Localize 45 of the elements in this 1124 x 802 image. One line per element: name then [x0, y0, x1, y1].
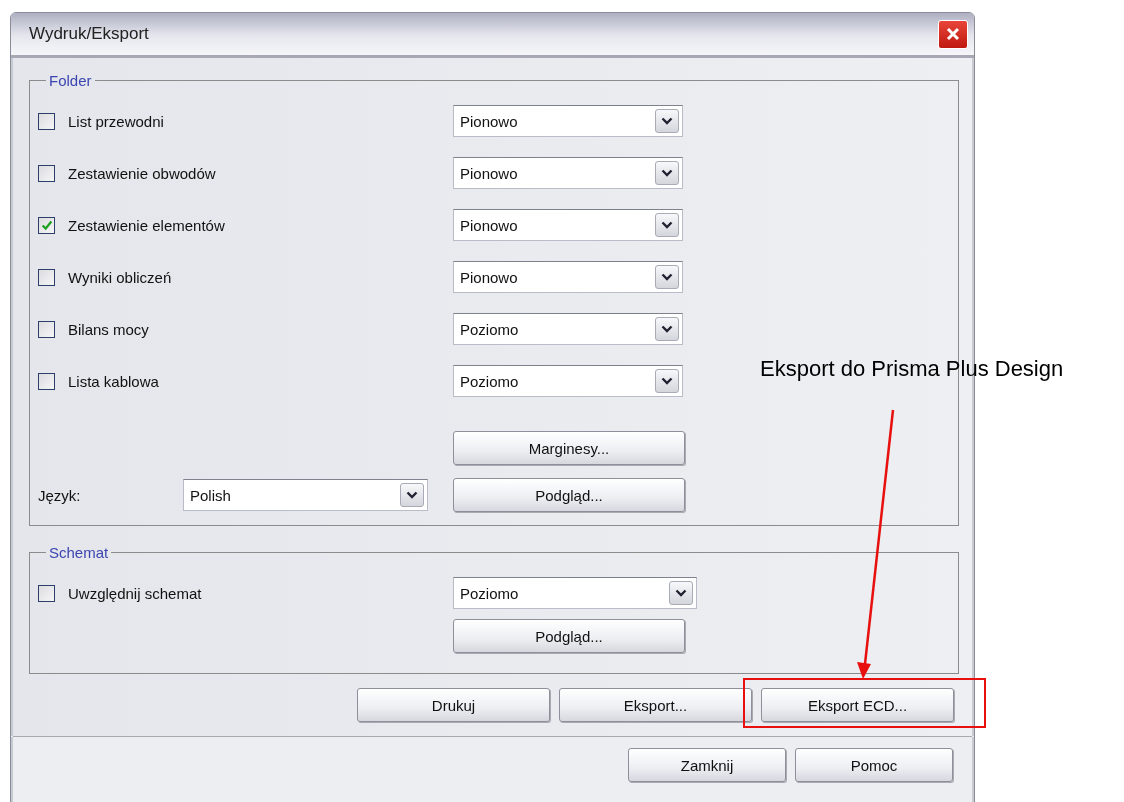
dropdown[interactable]: Poziomo — [453, 365, 683, 397]
checkbox[interactable] — [38, 164, 55, 182]
dialog-button[interactable]: Pomoc — [795, 748, 953, 782]
group-legend: Folder — [46, 72, 95, 89]
action-button[interactable]: Eksport... — [559, 688, 752, 722]
checkbox[interactable] — [38, 268, 55, 286]
window-title: Wydruk/Eksport — [29, 24, 149, 44]
dropdown[interactable]: Pionowo — [453, 157, 683, 189]
close-button[interactable] — [938, 19, 968, 49]
dropdown[interactable]: Pionowo — [453, 261, 683, 293]
checkbox-label: Wyniki obliczeń — [68, 268, 172, 286]
dropdown[interactable]: Pionowo — [453, 209, 683, 241]
chevron-down-icon — [406, 491, 418, 499]
checkbox-label: Lista kablowa — [68, 372, 159, 390]
checkbox-label: List przewodni — [68, 112, 164, 130]
action-button[interactable]: Eksport ECD... — [761, 688, 954, 722]
language-label: Język: — [38, 486, 82, 504]
chevron-down-icon — [661, 273, 673, 281]
checkbox-label: Uwzględnij schemat — [68, 584, 202, 602]
chevron-down-icon — [661, 169, 673, 177]
dropdown[interactable]: Poziomo — [453, 313, 683, 345]
margins-button[interactable]: Marginesy... — [453, 431, 685, 465]
checkbox-label: Zestawienie obwodów — [68, 164, 216, 182]
checkbox[interactable] — [38, 320, 55, 338]
group-legend: Schemat — [46, 544, 112, 561]
checkbox[interactable] — [38, 584, 55, 602]
dropdown[interactable]: Pionowo — [453, 105, 683, 137]
checkbox[interactable] — [38, 112, 55, 130]
dropdown[interactable]: Polish — [183, 479, 428, 511]
checkbox[interactable] — [38, 372, 55, 390]
checkbox-label: Zestawienie elementów — [68, 216, 225, 234]
dropdown[interactable]: Poziomo — [453, 577, 697, 609]
preview-button[interactable]: Podgląd... — [453, 478, 685, 512]
chevron-down-icon — [661, 221, 673, 229]
checkbox-label: Bilans mocy — [68, 320, 149, 338]
chevron-down-icon — [675, 589, 687, 597]
annotation-text: Eksport do Prisma Plus Design — [760, 356, 1064, 382]
preview-button[interactable]: Podgląd... — [453, 619, 685, 653]
action-button[interactable]: Drukuj — [357, 688, 550, 722]
close-icon — [946, 27, 960, 41]
checkbox[interactable] — [38, 216, 55, 234]
chevron-down-icon — [661, 325, 673, 333]
dialog-button[interactable]: Zamknij — [628, 748, 786, 782]
chevron-down-icon — [661, 377, 673, 385]
chevron-down-icon — [661, 117, 673, 125]
